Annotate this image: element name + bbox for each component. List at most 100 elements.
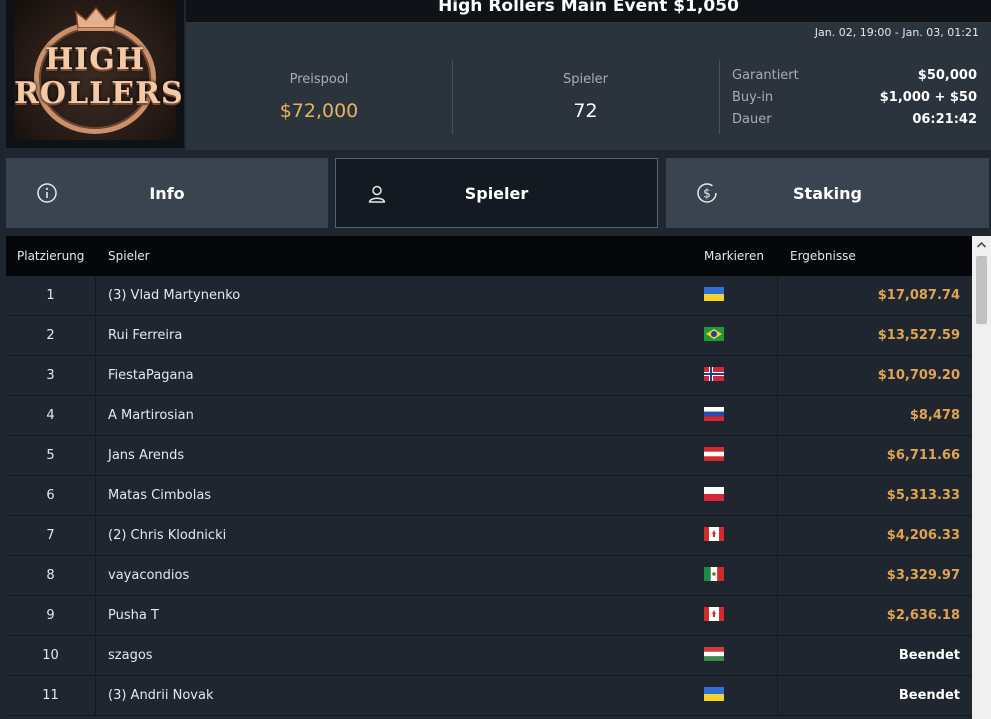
column-divider [95, 556, 96, 596]
flag-russia-icon [704, 407, 724, 421]
players-label: Spieler [562, 72, 609, 87]
date-range: Jan. 02, 19:00 - Jan. 03, 01:21 [814, 26, 979, 39]
table-row[interactable]: 5 Jans Arends $6,711.66 [6, 436, 972, 476]
placement-cell: 4 [46, 408, 55, 423]
placement-cell: 5 [46, 448, 55, 463]
column-divider [777, 556, 778, 596]
table-row[interactable]: 9 Pusha T $2,636.18 [6, 596, 972, 636]
result-cell: $13,527.59 [877, 328, 960, 343]
column-divider [777, 436, 778, 476]
table-row[interactable]: 8 vayacondios $3,329.97 [6, 556, 972, 596]
result-cell: $4,206.33 [886, 528, 960, 543]
player-name[interactable]: (2) Chris Klodnicki [108, 528, 226, 543]
player-name[interactable]: FiestaPagana [108, 368, 194, 383]
column-divider [777, 316, 778, 356]
result-cell: Beendet [898, 648, 960, 663]
player-name[interactable]: vayacondios [108, 568, 189, 583]
prizepool-label: Preispool [289, 72, 349, 87]
column-divider [95, 476, 96, 516]
table-body: 1 (3) Vlad Martynenko $17,087.74 2 Rui Ferre… [6, 276, 972, 716]
svg-text:$: $ [703, 187, 711, 201]
column-divider [95, 436, 96, 476]
detail-label: Dauer [732, 112, 772, 127]
table-row[interactable]: 7 (2) Chris Klodnicki $4,206.33 [6, 516, 972, 556]
player-name[interactable]: Pusha T [108, 608, 159, 623]
tab-label: Staking [793, 183, 862, 203]
placement-cell: 11 [42, 688, 59, 703]
tab-spieler[interactable]: Spieler [335, 158, 658, 228]
tournament-title: High Rollers Main Event $1,050 [438, 0, 739, 16]
player-name[interactable]: Rui Ferreira [108, 328, 182, 343]
player-name[interactable]: A Martirosian [108, 408, 194, 423]
players-value: 72 [573, 100, 598, 122]
player-name[interactable]: Matas Cimbolas [108, 488, 211, 503]
flag-ukraine-icon [704, 287, 724, 301]
column-divider [777, 476, 778, 516]
column-divider [95, 276, 96, 316]
detail-value: $50,000 [917, 68, 977, 83]
tab-info[interactable]: Info [6, 158, 328, 228]
result-cell: $8,478 [909, 408, 960, 423]
table-row[interactable]: 10 szagos Beendet [6, 636, 972, 676]
tab-staking[interactable]: $ Staking [666, 158, 989, 228]
column-divider [777, 596, 778, 636]
high-rollers-logo: HIGH ROLLERS [6, 0, 184, 148]
scroll-up-icon[interactable] [972, 236, 991, 254]
table-row[interactable]: 4 A Martirosian $8,478 [6, 396, 972, 436]
column-divider [95, 676, 96, 716]
table-row[interactable]: 3 FiestaPagana $10,709.20 [6, 356, 972, 396]
column-divider [95, 396, 96, 436]
dollar-coin-icon: $ [697, 183, 717, 203]
column-divider [777, 676, 778, 716]
header-player[interactable]: Spieler [108, 249, 150, 263]
result-cell: $2,636.18 [886, 608, 960, 623]
flag-brazil-icon [704, 327, 724, 341]
results-table: Platzierung Spieler Markieren Ergebnisse… [6, 236, 972, 719]
column-divider [777, 516, 778, 556]
user-icon [368, 185, 386, 203]
date-bar: Jan. 02, 19:00 - Jan. 03, 01:21 [186, 22, 991, 44]
placement-cell: 6 [46, 488, 55, 503]
prizepool-value: $72,000 [279, 100, 359, 122]
table-row[interactable]: 1 (3) Vlad Martynenko $17,087.74 [6, 276, 972, 316]
column-divider [777, 356, 778, 396]
flag-mexico-icon [704, 567, 724, 581]
scrollbar-thumb[interactable] [976, 256, 987, 324]
player-name[interactable]: (3) Vlad Martynenko [108, 288, 240, 303]
column-divider [777, 636, 778, 676]
info-icon [37, 183, 57, 203]
detail-value: 06:21:42 [912, 112, 977, 127]
tournament-page: HIGH ROLLERS High Rollers Main Event $1,… [0, 0, 991, 719]
crown-icon [75, 6, 117, 31]
column-divider [95, 636, 96, 676]
logo-badge: HIGH ROLLERS [14, 0, 184, 140]
player-name[interactable]: Jans Arends [108, 448, 184, 463]
header-results[interactable]: Ergebnisse [790, 249, 856, 263]
result-cell: $5,313.33 [886, 488, 960, 503]
flag-austria-icon [704, 447, 724, 461]
player-name[interactable]: szagos [108, 648, 153, 663]
player-name[interactable]: (3) Andrii Novak [108, 688, 214, 703]
table-row[interactable]: 11 (3) Andrii Novak Beendet [6, 676, 972, 716]
title-bar: High Rollers Main Event $1,050 [186, 0, 991, 22]
divider [719, 60, 720, 134]
placement-cell: 3 [46, 368, 55, 383]
result-cell: $10,709.20 [877, 368, 960, 383]
placement-cell: 10 [42, 648, 59, 663]
table-row[interactable]: 2 Rui Ferreira $13,527.59 [6, 316, 972, 356]
result-cell: $17,087.74 [877, 288, 960, 303]
header-placement[interactable]: Platzierung [17, 249, 84, 263]
tab-label: Info [149, 183, 185, 203]
flag-poland-icon [704, 487, 724, 501]
placement-cell: 9 [46, 608, 55, 623]
detail-label: Buy-in [732, 90, 774, 105]
players-stat: Spieler 72 [452, 44, 719, 150]
placement-cell: 7 [46, 528, 55, 543]
flag-ukraine-icon [704, 687, 724, 701]
logo-text-rollers: ROLLERS [14, 76, 184, 111]
scrollbar[interactable] [972, 236, 991, 719]
logo-text-high: HIGH [44, 42, 146, 77]
header-flag[interactable]: Markieren [704, 249, 764, 263]
table-row[interactable]: 6 Matas Cimbolas $5,313.33 [6, 476, 972, 516]
column-divider [777, 276, 778, 316]
